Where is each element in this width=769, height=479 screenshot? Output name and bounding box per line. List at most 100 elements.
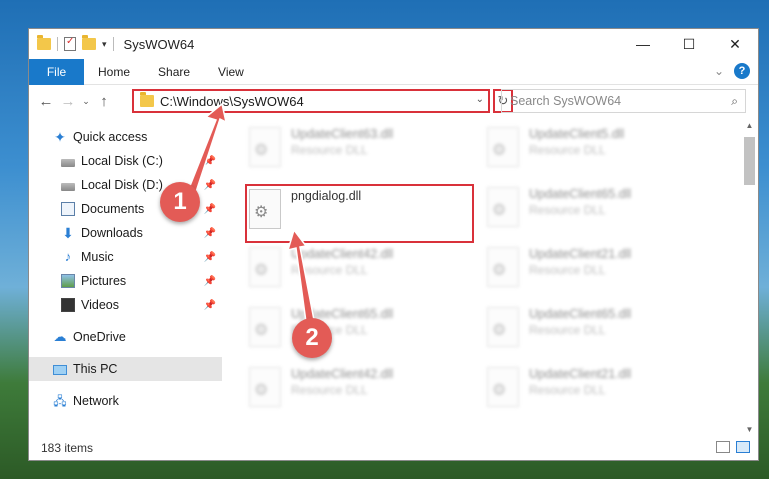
file-name: UpdateClient65.dll	[529, 187, 632, 201]
gear-icon: ⚙	[492, 262, 507, 279]
dll-file-icon: ⚙	[487, 247, 519, 287]
gear-icon: ⚙	[492, 382, 507, 399]
network-icon: 🖧	[53, 394, 67, 408]
file-item[interactable]: ⚙ UpdateClient21.dll Resource DLL	[479, 363, 709, 415]
up-arrow-icon[interactable]: ↑	[93, 93, 115, 110]
customize-toolbar-icon[interactable]: ▾	[102, 39, 107, 50]
vertical-scrollbar[interactable]: ▲ ▼	[741, 117, 758, 437]
documents-icon	[61, 202, 75, 216]
scroll-up-icon[interactable]: ▲	[741, 117, 758, 133]
sidebar-item-label: OneDrive	[73, 330, 126, 344]
maximize-button[interactable]: ☐	[666, 29, 712, 59]
gear-icon: ⚙	[254, 322, 269, 339]
dll-file-icon: ⚙	[249, 367, 281, 407]
file-description: Resource DLL	[291, 263, 368, 277]
onedrive-icon: ☁	[53, 329, 67, 344]
navigation-pane: ✦ Quick access Local Disk (C:) 📌 Local D…	[29, 121, 222, 439]
file-name: UpdateClient21.dll	[529, 247, 632, 261]
sidebar-item-this-pc[interactable]: This PC	[29, 357, 222, 381]
sidebar-item-label: Local Disk (C:)	[81, 154, 163, 168]
close-button[interactable]: ✕	[712, 29, 758, 59]
pin-icon: 📌	[203, 299, 216, 311]
file-item[interactable]: ⚙ UpdateClient5.dll Resource DLL	[479, 123, 709, 175]
back-arrow-icon[interactable]: ←	[35, 93, 57, 110]
downloads-icon: ⬇	[62, 225, 74, 241]
gear-icon: ⚙	[254, 382, 269, 399]
details-view-icon[interactable]	[716, 441, 730, 453]
search-box[interactable]: Search SysWOW64 ⌕	[501, 89, 746, 113]
item-count: 183 items	[41, 441, 94, 455]
sidebar-item-videos[interactable]: Videos 📌	[29, 293, 222, 317]
pin-icon: 📌	[203, 275, 216, 287]
sidebar-item-pictures[interactable]: Pictures 📌	[29, 269, 222, 293]
file-item[interactable]: ⚙ UpdateClient65.dll Resource DLL	[479, 303, 709, 355]
this-pc-icon	[53, 365, 67, 375]
view-toggle	[716, 441, 750, 453]
sidebar-item-label: Network	[73, 394, 119, 408]
star-icon: ✦	[54, 129, 66, 145]
file-name: UpdateClient5.dll	[529, 127, 625, 141]
sidebar-item-label: Music	[81, 250, 114, 264]
dll-file-icon: ⚙	[487, 127, 519, 167]
gear-icon: ⚙	[492, 202, 507, 219]
scroll-thumb[interactable]	[744, 137, 755, 185]
sidebar-item-downloads[interactable]: ⬇ Downloads 📌	[29, 221, 222, 245]
scroll-down-icon[interactable]: ▼	[741, 421, 758, 437]
file-highlight-box	[245, 184, 474, 243]
tab-file[interactable]: File	[29, 58, 84, 85]
pin-icon: 📌	[203, 179, 216, 191]
sidebar-item-network[interactable]: 🖧 Network	[29, 389, 222, 413]
tab-share[interactable]: Share	[144, 65, 204, 79]
gear-icon: ⚙	[254, 142, 269, 159]
sidebar-item-local-disk-c[interactable]: Local Disk (C:) 📌	[29, 149, 222, 173]
divider	[57, 37, 58, 51]
sidebar-item-label: Downloads	[81, 226, 143, 240]
new-folder-icon[interactable]	[82, 35, 96, 50]
file-description: Resource DLL	[529, 323, 606, 337]
file-item[interactable]: ⚙ UpdateClient21.dll Resource DLL	[479, 243, 709, 295]
pin-icon: 📌	[203, 155, 216, 167]
help-icon[interactable]: ?	[734, 63, 750, 79]
address-dropdown-icon[interactable]: ⌄	[476, 94, 484, 105]
sidebar-item-onedrive[interactable]: ☁ OneDrive	[29, 325, 222, 349]
videos-icon	[61, 298, 75, 312]
properties-icon[interactable]	[64, 36, 76, 51]
file-item[interactable]: ⚙ UpdateClient42.dll Resource DLL	[241, 243, 471, 295]
file-description: Resource DLL	[291, 383, 368, 397]
file-name: UpdateClient65.dll	[529, 307, 632, 321]
sidebar-item-quick-access[interactable]: ✦ Quick access	[29, 125, 222, 149]
recent-locations-icon[interactable]: ⌄	[79, 96, 93, 107]
quick-access-toolbar: ▾	[29, 35, 114, 51]
address-bar[interactable]: C:\Windows\SysWOW64 ⌄	[132, 89, 490, 113]
tab-view[interactable]: View	[204, 65, 258, 79]
file-item[interactable]: ⚙ UpdateClient65.dll Resource DLL	[241, 303, 471, 355]
sidebar-item-label: Documents	[81, 202, 145, 216]
file-item[interactable]: ⚙ UpdateClient65.dll Resource DLL	[479, 183, 709, 235]
file-item[interactable]: ⚙ UpdateClient42.dll Resource DLL	[241, 363, 471, 415]
sidebar-item-label: Local Disk (D:)	[81, 178, 163, 192]
tiles-view-icon[interactable]	[736, 441, 750, 453]
file-description: Resource DLL	[529, 143, 606, 157]
file-name: UpdateClient42.dll	[291, 367, 394, 381]
gear-icon: ⚙	[254, 262, 269, 279]
dll-file-icon: ⚙	[249, 247, 281, 287]
dll-file-icon: ⚙	[249, 307, 281, 347]
sidebar-item-music[interactable]: ♪ Music 📌	[29, 245, 222, 269]
file-name: UpdateClient63.dll	[291, 127, 394, 141]
expand-ribbon-icon[interactable]: ⌄	[714, 64, 724, 78]
sidebar-item-label: This PC	[73, 362, 118, 376]
tab-home[interactable]: Home	[84, 65, 144, 79]
pin-icon: 📌	[203, 227, 216, 239]
file-description: Resource DLL	[529, 263, 606, 277]
file-description: Resource DLL	[529, 203, 606, 217]
minimize-button[interactable]: —	[620, 29, 666, 59]
folder-icon	[140, 92, 154, 107]
status-bar: 183 items	[29, 436, 758, 460]
search-input[interactable]: Search SysWOW64	[510, 94, 621, 108]
search-icon: ⌕	[731, 94, 738, 108]
window-controls: — ☐ ✕	[620, 29, 758, 59]
step-1-callout: 1	[160, 182, 200, 222]
file-item[interactable]: ⚙ UpdateClient63.dll Resource DLL	[241, 123, 471, 175]
forward-arrow-icon[interactable]: →	[57, 93, 79, 110]
ribbon-tabs: File Home Share View ⌄ ?	[29, 58, 758, 85]
